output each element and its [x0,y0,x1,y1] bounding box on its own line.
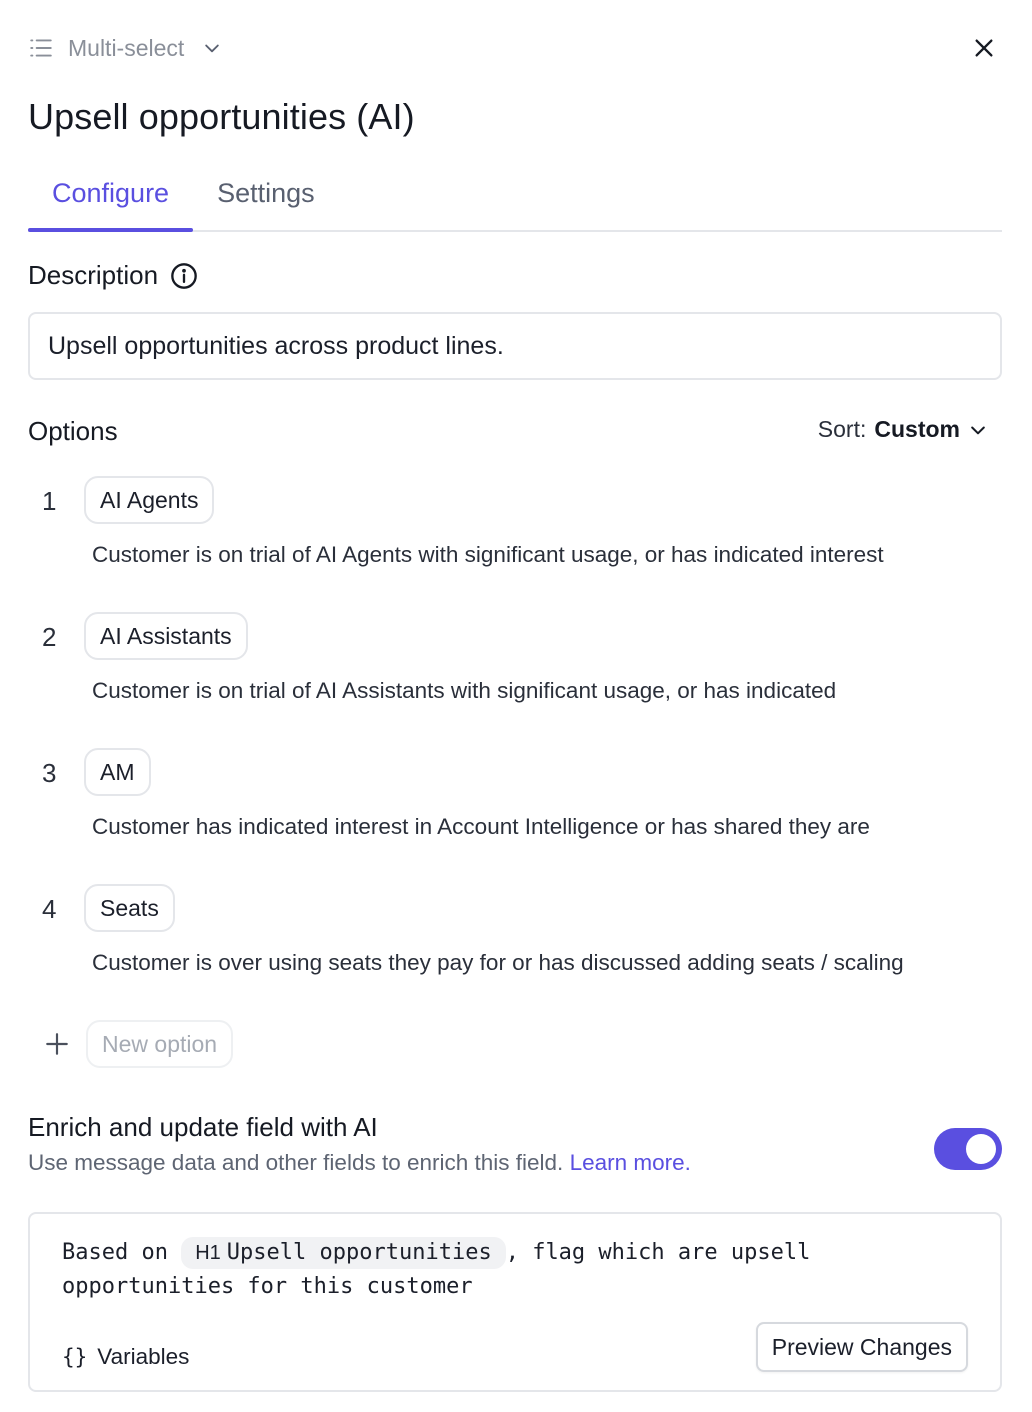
options-label: Options [28,416,118,446]
variables-button[interactable]: {} Variables [62,1344,189,1370]
option-number: 1 [42,486,57,516]
option-description[interactable]: Customer is on trial of AI Agents with s… [92,542,884,568]
option-description[interactable]: Customer is on trial of AI Assistants wi… [92,678,836,704]
page-title: Upsell opportunities (AI) [28,96,415,137]
option-description[interactable]: Customer has indicated interest in Accou… [92,814,870,840]
tab-settings[interactable]: Settings [193,168,339,230]
info-icon[interactable] [170,262,198,290]
option-number: 3 [42,758,57,788]
option-number: 4 [42,894,57,924]
prompt-text[interactable]: Based on H1 Upsell opportunities, flag wh… [62,1236,940,1304]
sort-value: Custom [874,416,960,442]
ai-prompt-editor[interactable]: Based on H1 Upsell opportunities, flag wh… [28,1212,1002,1392]
panel-header: Multi-select [28,28,1002,68]
option-number: 2 [42,622,57,652]
description-input[interactable]: Upsell opportunities across product line… [28,312,1002,380]
close-icon [975,39,993,57]
tab-configure[interactable]: Configure [28,168,194,232]
option-description[interactable]: Customer is over using seats they pay fo… [92,950,904,976]
option-chip[interactable]: AI Assistants [84,612,248,660]
new-option-input[interactable]: New option [86,1020,234,1068]
sort-label: Sort: [817,416,867,442]
toggle-knob [966,1134,996,1164]
variable-chip[interactable]: H1 Upsell opportunities [181,1237,506,1269]
field-editor-panel: Multi-select Upsell opportunities (AI) C… [0,0,1032,1412]
variables-label: Variables [97,1344,190,1369]
variable-chip-label: Upsell opportunities [226,1240,492,1265]
option-chip[interactable]: AI Agents [84,476,215,524]
heading-icon: H1 [195,1242,221,1264]
description-label: Description [28,260,159,290]
braces-icon: {} [62,1345,88,1369]
tab-bar: Configure Settings [28,168,1002,232]
enrich-subtitle-text: Use message data and other fields to enr… [28,1150,564,1175]
plus-icon[interactable] [44,1031,70,1057]
preview-changes-button[interactable]: Preview Changes [755,1322,968,1372]
chevron-down-icon [971,426,985,434]
description-heading: Description [28,260,198,291]
enrich-title: Enrich and update field with AI [28,1112,378,1142]
field-type-selector[interactable]: Multi-select [28,35,222,62]
close-button[interactable] [966,30,1002,66]
chevron-down-icon [205,44,220,53]
option-chip[interactable]: AM [84,748,151,796]
field-type-label: Multi-select [68,34,185,61]
new-option-row: New option [28,1020,234,1068]
enrich-subtitle: Use message data and other fields to enr… [28,1150,691,1176]
enrich-toggle[interactable] [934,1128,1002,1170]
learn-more-link[interactable]: Learn more. [570,1150,691,1175]
prompt-text-before: Based on [62,1240,182,1265]
sort-dropdown[interactable]: Sort: Custom [818,416,988,443]
list-icon [30,39,52,57]
option-chip[interactable]: Seats [84,884,175,932]
options-heading: Options [28,416,118,447]
